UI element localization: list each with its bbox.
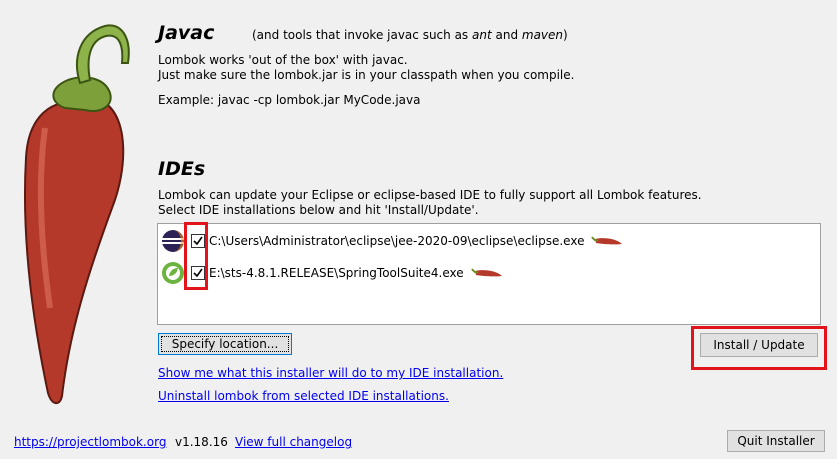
lombok-pepper-logo [24,24,130,405]
version-label: v1.18.16 [175,435,228,449]
ide-row-sts[interactable]: E:\sts-4.8.1.RELEASE\SpringToolSuite4.ex… [158,260,504,286]
eclipse-icon [162,230,184,252]
ides-line-2: Select IDE installations below and hit '… [158,203,479,217]
javac-line-1: Lombok works 'out of the box' with javac… [158,53,408,67]
ide-row-eclipse[interactable]: C:\Users\Administrator\eclipse\jee-2020-… [158,228,624,254]
checkbox-highlight-box [184,222,208,290]
changelog-link[interactable]: View full changelog [235,435,352,449]
quit-installer-button[interactable]: Quit Installer [727,430,825,452]
javac-line-2: Just make sure the lombok.jar is in your… [158,68,575,82]
project-site-link[interactable]: https://projectlombok.org [14,435,166,449]
mini-pepper-icon [591,236,623,245]
show-me-link[interactable]: Show me what this installer will do to m… [158,366,503,380]
uninstall-link[interactable]: Uninstall lombok from selected IDE insta… [158,389,449,403]
mini-pepper-icon [470,268,502,277]
javac-note: (and tools that invoke javac such as ant… [252,28,568,42]
ide-path-eclipse: C:\Users\Administrator\eclipse\jee-2020-… [209,234,585,248]
javac-heading: Javac [158,22,215,44]
javac-example: Example: javac -cp lombok.jar MyCode.jav… [158,93,421,107]
install-update-button[interactable]: Install / Update [700,333,818,357]
ides-line-1: Lombok can update your Eclipse or eclips… [158,188,702,202]
ides-heading: IDEs [158,158,206,180]
spring-tool-suite-icon [162,262,184,284]
specify-location-button[interactable]: Specify location... [158,333,292,355]
ide-installations-list[interactable]: C:\Users\Administrator\eclipse\jee-2020-… [157,223,821,325]
ide-path-sts: E:\sts-4.8.1.RELEASE\SpringToolSuite4.ex… [209,266,464,280]
